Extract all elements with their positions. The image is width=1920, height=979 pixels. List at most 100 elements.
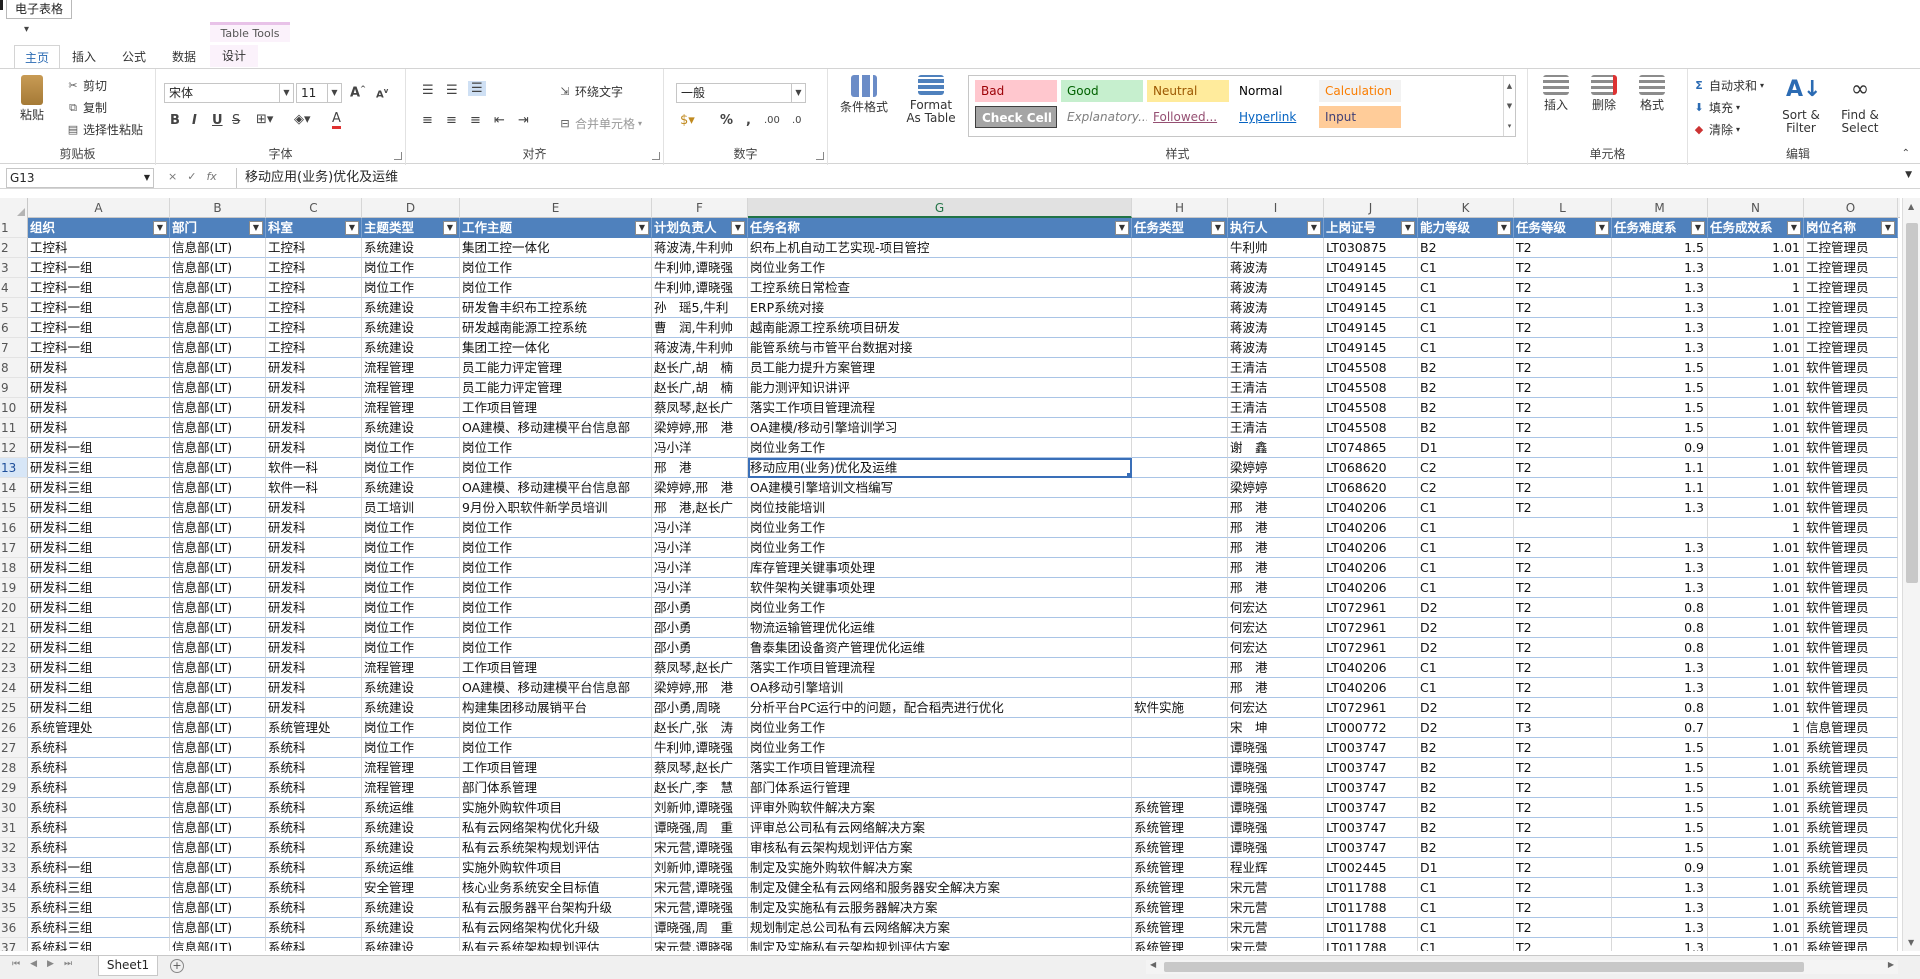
table-cell[interactable]: 软件架构关键事项处理 [748, 578, 1132, 598]
row-number[interactable]: 22 [0, 638, 28, 658]
table-cell[interactable]: 研发科二组 [28, 518, 170, 538]
table-cell[interactable]: D2 [1418, 598, 1514, 618]
scroll-left-icon[interactable]: ◀ [1150, 960, 1156, 969]
table-cell[interactable]: 实施外购软件项目 [460, 798, 652, 818]
table-header-cell[interactable]: 科室 ▼ [266, 218, 362, 238]
table-cell[interactable]: 岗位业务工作 [748, 718, 1132, 738]
table-cell[interactable]: 蒋波涛 [1228, 318, 1324, 338]
table-cell[interactable]: 系统管理 [1132, 918, 1228, 938]
row-number[interactable]: 4 [0, 278, 28, 298]
strikethrough-button[interactable]: S [232, 113, 240, 128]
table-cell[interactable]: T2 [1514, 858, 1612, 878]
table-cell[interactable]: 信息部(LT) [170, 398, 266, 418]
table-cell[interactable]: 宋元营,谭晓强 [652, 938, 748, 951]
name-box[interactable]: G13 ▼ [6, 168, 154, 188]
table-cell[interactable]: 分析平台PC运行中的问题，配合稻壳进行优化 [748, 698, 1132, 718]
tab-design[interactable]: 设计 [210, 45, 259, 67]
table-cell[interactable]: LT003747 [1324, 818, 1418, 838]
table-cell[interactable]: 1.5 [1612, 818, 1708, 838]
table-cell[interactable]: 1.01 [1708, 858, 1804, 878]
table-cell[interactable]: 流程管理 [362, 358, 460, 378]
autosum-button[interactable]: Σ 自动求和 ▾ [1692, 77, 1764, 94]
table-cell[interactable]: 岗位业务工作 [748, 518, 1132, 538]
table-cell[interactable]: 1.5 [1612, 778, 1708, 798]
formula-input[interactable]: 移动应用(业务)优化及运维 [236, 168, 1900, 188]
table-cell[interactable]: 软件管理员 [1804, 458, 1898, 478]
find-select-button[interactable]: ∞ Find & Select [1832, 75, 1888, 135]
table-cell[interactable]: T2 [1514, 918, 1612, 938]
table-cell[interactable]: 评审外购软件解决方案 [748, 798, 1132, 818]
table-cell[interactable]: 1.3 [1612, 878, 1708, 898]
table-cell[interactable]: 系统管理员 [1804, 938, 1898, 951]
table-cell[interactable]: LT040206 [1324, 538, 1418, 558]
table-header-cell[interactable]: 组织 ▼ [28, 218, 170, 238]
table-cell[interactable]: 岗位工作 [460, 518, 652, 538]
table-cell[interactable]: LT068620 [1324, 458, 1418, 478]
table-cell[interactable] [1132, 418, 1228, 438]
column-header[interactable]: O [1804, 198, 1898, 218]
table-cell[interactable]: 宋元营,谭晓强 [652, 898, 748, 918]
paste-special-button[interactable]: ▤ 选择性粘贴 [66, 121, 143, 138]
table-cell[interactable]: 落实工作项目管理流程 [748, 398, 1132, 418]
table-cell[interactable]: 1.01 [1708, 938, 1804, 951]
table-cell[interactable]: C1 [1418, 538, 1514, 558]
table-cell[interactable]: 宋元营 [1228, 898, 1324, 918]
cell-style-6[interactable]: Explanatory... [1061, 106, 1150, 128]
number-format-select[interactable]: 一般 ▼ [676, 83, 806, 103]
cell-style-0[interactable]: Bad [975, 80, 1057, 102]
table-cell[interactable]: OA建模/移动引擎培训学习 [748, 418, 1132, 438]
align-bottom-icon[interactable]: ☰ [468, 81, 486, 96]
table-cell[interactable]: 审核私有云架构规划评估方案 [748, 838, 1132, 858]
table-cell[interactable]: 系统科 [266, 778, 362, 798]
column-header[interactable]: G [748, 198, 1132, 218]
table-cell[interactable]: 集团工控一体化 [460, 238, 652, 258]
table-cell[interactable]: LT068620 [1324, 478, 1418, 498]
table-cell[interactable]: 宋元营 [1228, 938, 1324, 951]
table-cell[interactable]: 系统管理处 [28, 718, 170, 738]
table-cell[interactable]: 赵长广,胡 楠 [652, 358, 748, 378]
table-cell[interactable]: 岗位业务工作 [748, 538, 1132, 558]
table-cell[interactable]: T2 [1514, 538, 1612, 558]
table-cell[interactable]: 岗位工作 [460, 458, 652, 478]
shrink-font-icon[interactable]: Av [376, 87, 388, 100]
table-cell[interactable]: 信息部(LT) [170, 698, 266, 718]
styles-gallery-scroll[interactable]: ▲ ▼ ▾ [1503, 76, 1515, 136]
table-cell[interactable] [1132, 778, 1228, 798]
table-cell[interactable]: 研发科三组 [28, 458, 170, 478]
table-cell[interactable]: 软件管理员 [1804, 618, 1898, 638]
row-number[interactable]: 25 [0, 698, 28, 718]
vertical-scrollbar[interactable]: ▲ ▼ [1902, 198, 1920, 951]
table-cell[interactable]: 工控科一组 [28, 338, 170, 358]
table-cell[interactable]: 9月份入职软件新学员培训 [460, 498, 652, 518]
table-cell[interactable]: 岗位工作 [460, 738, 652, 758]
table-cell[interactable]: 软件管理员 [1804, 478, 1898, 498]
align-middle-icon[interactable]: ☰ [446, 83, 458, 98]
table-cell[interactable]: 1.3 [1612, 538, 1708, 558]
row-number[interactable]: 6 [0, 318, 28, 338]
table-cell[interactable]: 1.3 [1612, 678, 1708, 698]
table-cell[interactable]: 岗位工作 [362, 258, 460, 278]
table-cell[interactable] [1132, 758, 1228, 778]
table-cell[interactable]: 研发科 [28, 378, 170, 398]
table-cell[interactable]: 邢 港 [1228, 658, 1324, 678]
table-cell[interactable]: 宋元营,谭晓强 [652, 878, 748, 898]
table-cell[interactable]: 刘新帅,谭晓强 [652, 858, 748, 878]
column-header[interactable]: M [1612, 198, 1708, 218]
table-cell[interactable]: 1.01 [1708, 658, 1804, 678]
table-cell[interactable]: 王清洁 [1228, 418, 1324, 438]
table-cell[interactable]: 冯小洋 [652, 538, 748, 558]
table-cell[interactable]: 系统建设 [362, 678, 460, 698]
table-cell[interactable]: LT003747 [1324, 838, 1418, 858]
row-number[interactable]: 35 [0, 898, 28, 918]
table-cell[interactable]: 系统建设 [362, 338, 460, 358]
table-cell[interactable]: 系统管理员 [1804, 758, 1898, 778]
table-cell[interactable]: 系统科 [266, 738, 362, 758]
table-cell[interactable]: LT074865 [1324, 438, 1418, 458]
table-cell[interactable] [1132, 738, 1228, 758]
table-header-cell[interactable]: 主题类型 ▼ [362, 218, 460, 238]
table-cell[interactable]: 1.01 [1708, 338, 1804, 358]
table-cell[interactable]: 信息部(LT) [170, 358, 266, 378]
table-header-cell[interactable]: 执行人 ▼ [1228, 218, 1324, 238]
table-cell[interactable]: 系统科 [28, 838, 170, 858]
collapse-ribbon-icon[interactable]: ⌃ [1902, 148, 1910, 159]
